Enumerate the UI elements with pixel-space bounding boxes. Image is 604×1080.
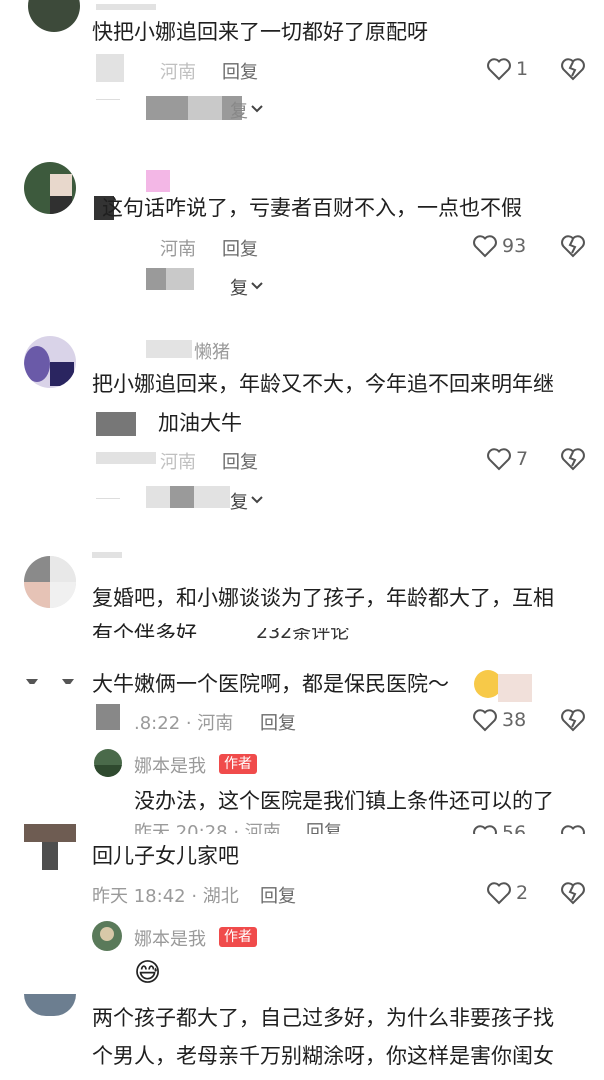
heart-outline-icon[interactable] [472, 708, 498, 732]
reply-reply-button[interactable]: 回复 [306, 822, 342, 834]
username-blurred [146, 170, 170, 192]
expand-blurred-2 [188, 96, 222, 120]
reply-button[interactable]: 回复 [222, 448, 258, 474]
comment-text-line2: 加油大牛 [158, 411, 242, 435]
comment-meta: .8:22 · 河南 [134, 713, 234, 734]
comment-text-line1: 两个孩子都大了，自己过多好，为什么非要孩子找 [92, 1006, 554, 1030]
expand-replies-label[interactable]: 复 [230, 274, 248, 300]
comment-count-overlap: 232条评论 [256, 628, 350, 643]
reply-meta: 昨天 20:28 · 河南 [134, 822, 281, 834]
text-blurred [96, 412, 136, 436]
expand-replies-label[interactable]: 复 [230, 488, 248, 514]
comment-meta: 河南 [160, 239, 196, 260]
expand-divider [96, 498, 120, 499]
broken-heart-icon[interactable] [560, 57, 586, 81]
heart-outline-icon[interactable] [486, 57, 512, 81]
expand-blurred-2 [170, 486, 194, 508]
avatar-partial[interactable] [26, 674, 76, 684]
heart-outline-icon[interactable] [486, 447, 512, 471]
reply-like-count: 56 [502, 822, 527, 834]
like-count: 2 [516, 882, 529, 904]
chevron-down-icon[interactable] [250, 281, 264, 291]
reply-avatar[interactable] [94, 749, 122, 777]
timestamp-blurred [96, 452, 156, 464]
avatar[interactable] [24, 336, 76, 388]
expand-blurred [146, 268, 166, 290]
like-count: 93 [502, 235, 527, 257]
like-count: 7 [516, 448, 529, 470]
avatar[interactable] [28, 0, 80, 32]
chevron-down-icon[interactable] [250, 495, 264, 505]
comment-text-line1: 把小娜追回来，年龄又不大，今年追不回来明年继 [92, 372, 554, 396]
expand-blurred [146, 486, 170, 508]
broken-heart-icon[interactable] [560, 881, 586, 905]
avatar[interactable] [24, 994, 76, 1016]
username-blurred [92, 552, 122, 558]
reply-button[interactable]: 回复 [222, 235, 258, 261]
broken-heart-icon[interactable] [560, 708, 586, 732]
expand-divider [96, 99, 120, 100]
comment-meta: 昨天 18:42 · 湖北 [92, 886, 239, 907]
comment-meta: 河南 [160, 62, 196, 83]
broken-heart-icon[interactable] [560, 234, 586, 258]
like-count: 1 [516, 58, 529, 80]
comment-text: 回儿子女儿家吧 [92, 844, 239, 868]
reply-button[interactable]: 回复 [260, 882, 296, 908]
comment-text: 大牛嫩俩一个医院啊，都是保民医院～ [92, 672, 449, 696]
reply-emoji: 😅 [134, 958, 162, 988]
reply-avatar[interactable] [92, 921, 122, 951]
expand-replies-label[interactable]: 复 [230, 97, 248, 123]
comment-text: 这句话咋说了，亏妻者百财不入，一点也不假 [102, 196, 522, 220]
author-badge: 作者 [219, 927, 257, 947]
broken-heart-icon[interactable] [560, 447, 586, 471]
timestamp-blurred [96, 54, 124, 82]
comment-text-line1: 复婚吧，和小娜谈谈为了孩子，年龄都大了，互相 [92, 586, 554, 610]
heart-outline-icon[interactable] [472, 824, 498, 834]
reply-username[interactable]: 娜本是我 [134, 752, 206, 778]
heart-outline-icon[interactable] [486, 881, 512, 905]
comment-meta: 河南 [160, 452, 196, 473]
reply-button[interactable]: 回复 [222, 58, 258, 84]
username-blurred [96, 4, 156, 10]
avatar[interactable] [24, 162, 76, 214]
comment-text-line2: 有个伴多好 [92, 622, 197, 638]
expand-blurred-2 [166, 268, 194, 290]
comment-text-line2: 个男人，老母亲千万别糊涂呀，你这样是害你闺女 [92, 1044, 554, 1068]
expand-blurred-3 [194, 486, 230, 508]
avatar[interactable] [24, 824, 76, 872]
reply-text: 没办法，这个医院是我们镇上条件还可以的了 [134, 789, 554, 813]
author-badge: 作者 [219, 754, 257, 774]
like-count: 38 [502, 709, 527, 731]
reply-button[interactable]: 回复 [260, 709, 296, 735]
chevron-down-icon[interactable] [250, 104, 264, 114]
broken-heart-icon[interactable] [560, 824, 586, 834]
timestamp-blurred [96, 704, 120, 730]
heart-outline-icon[interactable] [472, 234, 498, 258]
emoji-blurred [498, 674, 532, 702]
expand-blurred [146, 96, 188, 120]
username: 懒猪 [194, 342, 230, 363]
reply-username[interactable]: 娜本是我 [134, 925, 206, 951]
reply-meta-row-clipped: 昨天 20:28 · 河南 回复 56 [0, 822, 604, 834]
avatar[interactable] [24, 556, 76, 608]
username-blurred [146, 340, 192, 358]
comment-text: 快把小娜追回来了一切都好了原配呀 [92, 20, 428, 44]
